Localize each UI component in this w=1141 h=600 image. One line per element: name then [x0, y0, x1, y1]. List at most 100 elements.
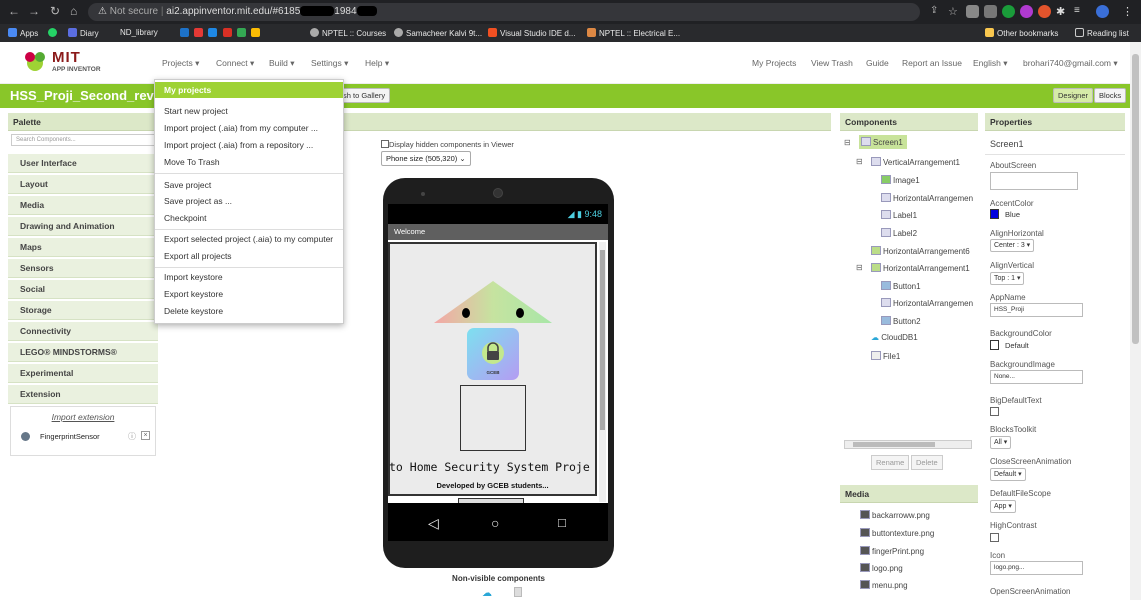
- tree-item-horizontal-arrangement1[interactable]: HorizontalArrangement1: [871, 263, 970, 273]
- palette-category-drawing-animation[interactable]: Drawing and Animation: [8, 217, 158, 236]
- prop-icon-input[interactable]: logo.png...: [990, 561, 1083, 575]
- extension-icon-4[interactable]: [1020, 5, 1033, 18]
- menu-item-delete-keystore[interactable]: Delete keystore: [155, 303, 343, 319]
- media-file[interactable]: buttontexture.png: [860, 528, 934, 538]
- link-my-projects[interactable]: My Projects: [752, 58, 796, 68]
- media-file[interactable]: backarroww.png: [860, 510, 930, 520]
- checkbox-box[interactable]: [381, 140, 389, 148]
- tree-item-button2[interactable]: Button2: [881, 316, 921, 326]
- palette-category-extension[interactable]: Extension: [8, 385, 158, 404]
- menu-item-export-selected[interactable]: Export selected project (.aia) to my com…: [155, 231, 343, 247]
- link-guide[interactable]: Guide: [866, 58, 889, 68]
- palette-category-connectivity[interactable]: Connectivity: [8, 322, 158, 341]
- link-view-trash[interactable]: View Trash: [811, 58, 853, 68]
- address-bar[interactable]: ⚠ Not secure | ai2.appinventor.mit.edu/#…: [88, 3, 920, 21]
- menu-item-my-projects[interactable]: My projects: [155, 82, 343, 98]
- reload-icon[interactable]: ↻: [50, 4, 60, 18]
- tree-item-horizontal-arrangement-a[interactable]: HorizontalArrangemen: [881, 193, 973, 203]
- menu-item-start-new-project[interactable]: Start new project: [155, 103, 343, 119]
- prop-align-vertical-select[interactable]: Top : 1 ▾: [990, 272, 1025, 285]
- home-icon[interactable]: ⌂: [70, 4, 77, 18]
- tree-item-screen1[interactable]: Screen1: [859, 135, 907, 149]
- share-icon[interactable]: ⇪: [930, 5, 943, 18]
- tree-item-file1[interactable]: File1: [871, 351, 900, 361]
- palette-category-sensors[interactable]: Sensors: [8, 259, 158, 278]
- search-components-input[interactable]: Search Components...: [11, 134, 155, 146]
- delete-button[interactable]: Delete: [911, 455, 943, 470]
- designer-button[interactable]: Designer: [1053, 88, 1094, 103]
- collapse-toggle[interactable]: ⊟: [844, 138, 851, 147]
- menu-item-export-keystore[interactable]: Export keystore: [155, 286, 343, 302]
- star-icon[interactable]: ☆: [948, 5, 961, 18]
- tree-item-button1[interactable]: Button1: [881, 281, 921, 291]
- import-extension-link[interactable]: Import extension: [11, 412, 155, 422]
- components-hscrollbar[interactable]: [844, 440, 972, 449]
- link-report-issue[interactable]: Report an Issue: [902, 58, 962, 68]
- bookmark-visual-studio[interactable]: Visual Studio IDE d...: [488, 28, 575, 38]
- palette-category-experimental[interactable]: Experimental: [8, 364, 158, 383]
- prop-app-name-input[interactable]: HSS_Proji: [990, 303, 1083, 317]
- profile-avatar[interactable]: [1096, 5, 1109, 18]
- extension-icon-5[interactable]: [1038, 5, 1051, 18]
- prop-background-image-input[interactable]: None...: [990, 370, 1083, 384]
- back-icon[interactable]: ←: [8, 4, 20, 18]
- palette-category-layout[interactable]: Layout: [8, 175, 158, 194]
- tree-item-clouddb1[interactable]: ☁ CloudDB1: [871, 333, 918, 342]
- media-file[interactable]: fingerPrint.png: [860, 546, 924, 556]
- language-select[interactable]: English ▾: [973, 58, 1008, 69]
- menu-item-checkpoint[interactable]: Checkpoint: [155, 210, 343, 226]
- menu-connect[interactable]: Connect ▾: [216, 58, 254, 69]
- forward-icon[interactable]: →: [28, 4, 40, 18]
- prop-big-default-text-checkbox[interactable]: [990, 407, 999, 416]
- tree-item-horizontal-arrangement6[interactable]: HorizontalArrangement6: [871, 246, 970, 256]
- palette-category-maps[interactable]: Maps: [8, 238, 158, 257]
- media-file[interactable]: menu.png: [860, 580, 908, 590]
- bookmark-samacheer[interactable]: Samacheer Kalvi 9t...: [394, 28, 482, 38]
- prop-accent-color-value[interactable]: Blue: [1005, 210, 1020, 219]
- rename-button[interactable]: Rename: [871, 455, 910, 470]
- prop-high-contrast-checkbox[interactable]: [990, 533, 999, 542]
- mit-app-inventor-logo[interactable]: MIT APP INVENTOR: [22, 49, 112, 75]
- extension-icon-2[interactable]: [984, 5, 997, 18]
- menu-item-import-repository[interactable]: Import project (.aia) from a repository …: [155, 137, 343, 153]
- prop-default-file-scope-select[interactable]: App ▾: [990, 500, 1016, 513]
- bookmark-apps[interactable]: Apps: [8, 28, 38, 38]
- blocks-button[interactable]: Blocks: [1094, 88, 1127, 103]
- menu-settings[interactable]: Settings ▾: [311, 58, 348, 69]
- bookmark-other[interactable]: Other bookmarks: [985, 28, 1058, 38]
- palette-category-lego[interactable]: LEGO® MINDSTORMS®: [8, 343, 158, 362]
- phone-size-select[interactable]: Phone size (505,320) ⌄: [381, 151, 471, 166]
- media-file[interactable]: logo.png: [860, 563, 903, 573]
- fingerprint-sensor-item[interactable]: FingerprintSensor: [40, 432, 100, 441]
- bookmark-nptel-electrical[interactable]: NPTEL :: Electrical E...: [587, 28, 680, 38]
- prop-align-horizontal-select[interactable]: Center : 3 ▾: [990, 239, 1035, 252]
- menu-item-move-to-trash[interactable]: Move To Trash: [155, 154, 343, 170]
- bookmark-diary[interactable]: Diary: [68, 28, 99, 38]
- menu-item-import-keystore[interactable]: Import keystore: [155, 269, 343, 285]
- palette-category-media[interactable]: Media: [8, 196, 158, 215]
- menu-item-save-project-as[interactable]: Save project as ...: [155, 193, 343, 209]
- account-menu[interactable]: brohari740@gmail.com ▾: [1023, 58, 1118, 69]
- bookmark-nptel-courses[interactable]: NPTEL :: Courses: [310, 28, 386, 38]
- tree-item-label2[interactable]: Label2: [881, 228, 917, 238]
- viewer-scrollbar[interactable]: [599, 242, 606, 502]
- delete-extension-icon[interactable]: ×: [141, 431, 150, 440]
- extension-icon-1[interactable]: [966, 5, 979, 18]
- prop-blocks-toolkit-select[interactable]: All ▾: [990, 436, 1012, 449]
- menu-item-save-project[interactable]: Save project: [155, 177, 343, 193]
- hscroll-thumb[interactable]: [853, 442, 935, 447]
- page-scrollbar-thumb[interactable]: [1132, 54, 1139, 344]
- collapse-toggle[interactable]: ⊟: [856, 157, 863, 166]
- prop-close-screen-animation-select[interactable]: Default ▾: [990, 468, 1026, 481]
- collapse-toggle[interactable]: ⊟: [856, 263, 863, 272]
- tree-item-image1[interactable]: Image1: [881, 175, 920, 185]
- prop-about-screen-textarea[interactable]: [990, 172, 1078, 190]
- menu-item-import-computer[interactable]: Import project (.aia) from my computer .…: [155, 120, 343, 136]
- display-hidden-checkbox[interactable]: Display hidden components in Viewer: [381, 140, 514, 149]
- extension-icon-3[interactable]: [1002, 5, 1015, 18]
- help-icon[interactable]: ⓘ: [128, 431, 136, 442]
- page-scrollbar[interactable]: [1130, 42, 1141, 600]
- menu-help[interactable]: Help ▾: [365, 58, 389, 69]
- tree-item-vertical-arrangement1[interactable]: VerticalArrangement1: [871, 157, 960, 167]
- media-control-icon[interactable]: ≡: [1074, 5, 1087, 18]
